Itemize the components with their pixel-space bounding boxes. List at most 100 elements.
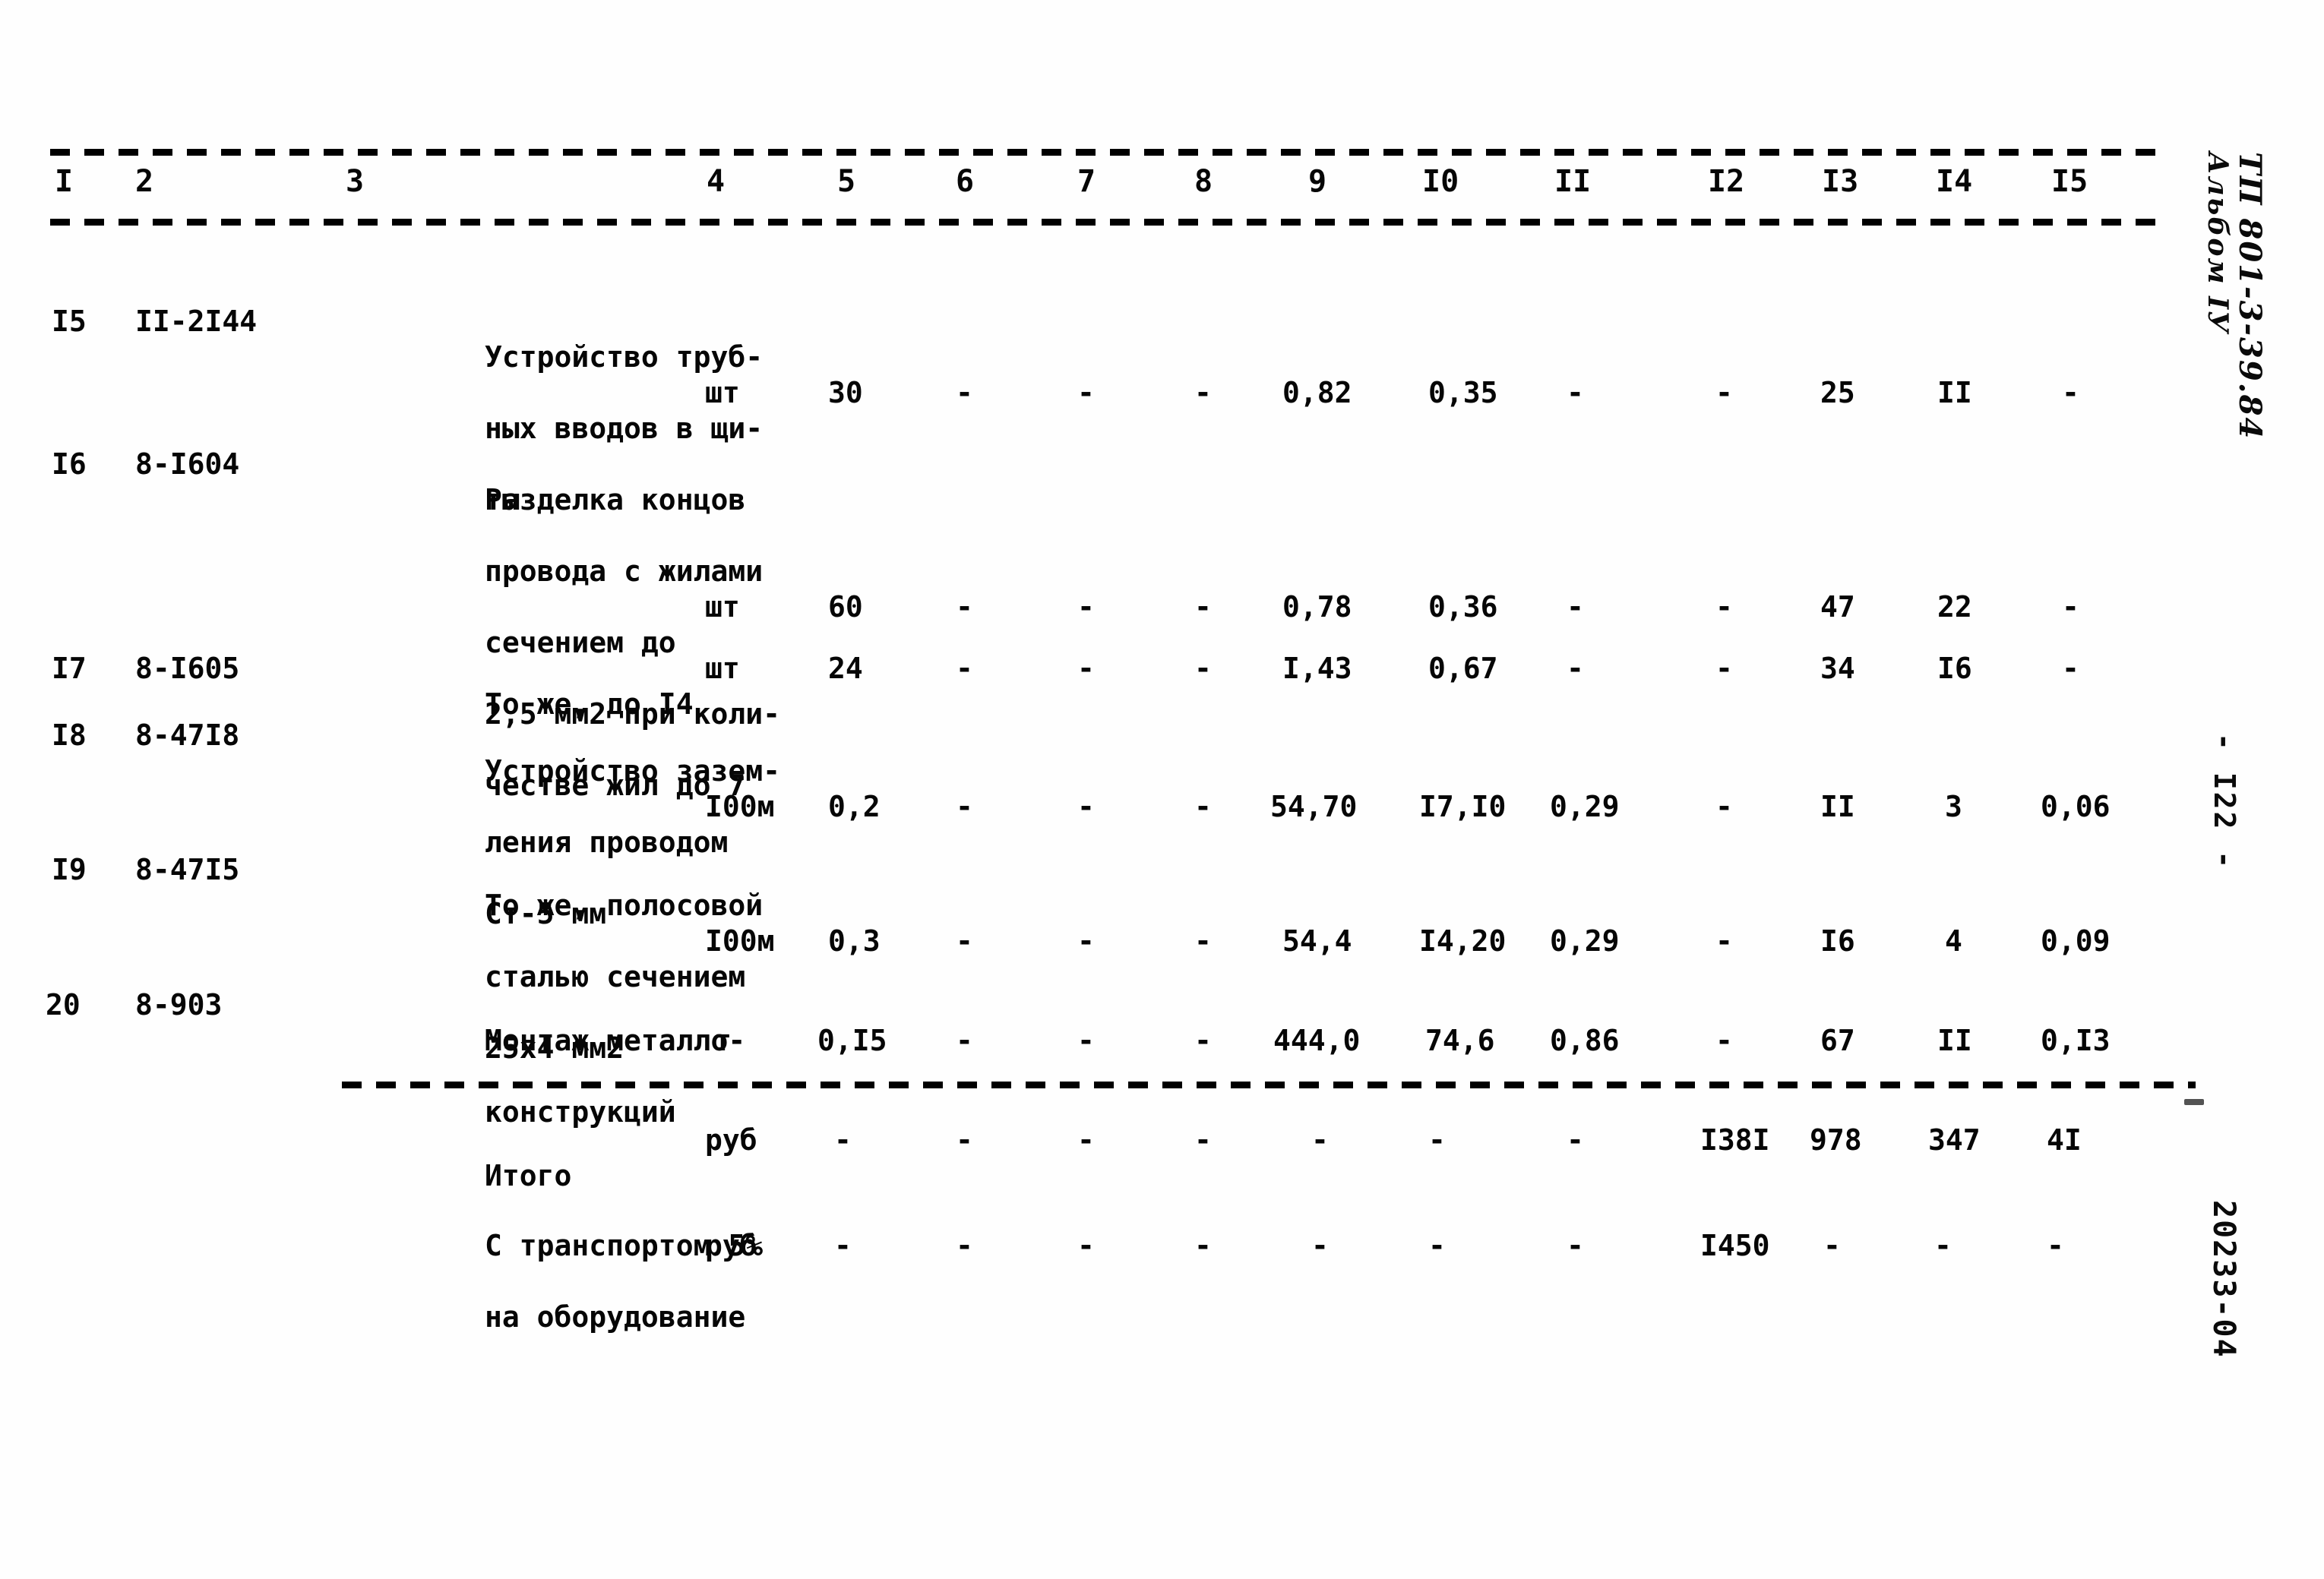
row-number: 20	[46, 988, 81, 1022]
summary-label-line: Итого	[485, 1159, 572, 1192]
row-c14: 22	[1937, 590, 1972, 624]
row-c11: 0,29	[1550, 790, 1620, 823]
row-c13: II	[1820, 790, 1855, 823]
row-unit: I00м	[705, 924, 775, 958]
column-header-12: I2	[1708, 164, 1745, 199]
desc-line: Разделка концов	[485, 483, 746, 516]
scanned-page: I 2 3 4 5 6 7 8 9 I0 II I2 I3 I4 I5 I5 I…	[0, 0, 2324, 1579]
row-c7: -	[1077, 376, 1095, 409]
row-c10: 0,36	[1428, 590, 1498, 624]
row-c9: 0,82	[1282, 376, 1352, 409]
row-c7: -	[1077, 790, 1095, 823]
row-c6: -	[956, 590, 973, 624]
row-c15: -	[2062, 376, 2079, 409]
row-c13: 47	[1820, 590, 1855, 624]
summary-c12: I450	[1700, 1229, 1770, 1262]
column-header-9: 9	[1308, 164, 1327, 199]
row-c10: 0,67	[1428, 652, 1498, 685]
row-c8: -	[1194, 924, 1212, 958]
row-unit: шт	[705, 376, 740, 409]
row-code: 8-I604	[135, 447, 240, 481]
row-unit: шт	[705, 590, 740, 624]
summary-c8: -	[1194, 1229, 1212, 1262]
row-number: I8	[52, 718, 87, 752]
summary-label: С транспортом 5% на оборудование	[346, 1192, 763, 1371]
row-c13: 67	[1820, 1024, 1855, 1057]
row-c12: -	[1715, 1024, 1733, 1057]
row-code: 8-I605	[135, 652, 240, 685]
row-c11: -	[1567, 590, 1584, 624]
row-c8: -	[1194, 652, 1212, 685]
summary-c12: I38I	[1700, 1123, 1770, 1157]
margin-archive-stamp: 20233-04	[2206, 1200, 2241, 1359]
column-header-6: 6	[956, 164, 975, 199]
row-c11: 0,86	[1550, 1024, 1620, 1057]
row-c9: 0,78	[1282, 590, 1352, 624]
summary-c11: -	[1567, 1229, 1584, 1262]
row-c11: -	[1567, 376, 1584, 409]
row-c8: -	[1194, 790, 1212, 823]
row-c15: -	[2062, 652, 2079, 685]
row-c6: -	[956, 924, 973, 958]
scan-artifact	[2184, 1099, 2204, 1105]
row-c6: -	[956, 652, 973, 685]
row-number: I6	[52, 447, 87, 481]
row-c5: 0,2	[828, 790, 881, 823]
row-c11: -	[1567, 652, 1584, 685]
row-c11: 0,29	[1550, 924, 1620, 958]
row-c8: -	[1194, 376, 1212, 409]
row-c10: I7,I0	[1419, 790, 1507, 823]
row-c8: -	[1194, 1024, 1212, 1057]
column-header-10: I0	[1422, 164, 1459, 199]
totals-separator-rule	[342, 1082, 2196, 1088]
row-c9: 444,0	[1273, 1024, 1361, 1057]
desc-line: провода с жилами	[485, 554, 764, 588]
estimate-table: I 2 3 4 5 6 7 8 9 I0 II I2 I3 I4 I5 I5 I…	[0, 0, 2324, 1579]
column-header-3: 3	[346, 164, 365, 199]
row-c5: 0,3	[828, 924, 881, 958]
summary-c11: -	[1567, 1123, 1584, 1157]
row-c7: -	[1077, 924, 1095, 958]
row-c12: -	[1715, 652, 1733, 685]
column-header-1: I	[55, 164, 74, 199]
summary-c6: -	[956, 1229, 973, 1262]
summary-c9: -	[1311, 1229, 1329, 1262]
row-code: 8-47I8	[135, 718, 240, 752]
row-c14: I6	[1937, 652, 1972, 685]
summary-c14: -	[1934, 1229, 1952, 1262]
summary-c7: -	[1077, 1229, 1095, 1262]
row-c5: 30	[828, 376, 863, 409]
row-number: I5	[52, 305, 87, 338]
margin-album-label: Альбом IУ	[2202, 152, 2234, 335]
row-c14: II	[1937, 376, 1972, 409]
summary-c8: -	[1194, 1123, 1212, 1157]
summary-c7: -	[1077, 1123, 1095, 1157]
column-header-11: II	[1554, 164, 1592, 199]
row-c15: 0,09	[2041, 924, 2111, 958]
header-bottom-rule	[50, 219, 2170, 226]
row-number: I7	[52, 652, 87, 685]
summary-c5: -	[834, 1229, 852, 1262]
row-c6: -	[956, 376, 973, 409]
column-header-13: I3	[1822, 164, 1859, 199]
row-c13: I6	[1820, 924, 1855, 958]
row-c14: II	[1937, 1024, 1972, 1057]
row-c13: 25	[1820, 376, 1855, 409]
row-c10: 74,6	[1425, 1024, 1495, 1057]
row-c9: I,43	[1282, 652, 1352, 685]
row-c7: -	[1077, 1024, 1095, 1057]
row-c9: 54,70	[1270, 790, 1358, 823]
margin-document-code: ТП 801-3-39.84	[2232, 152, 2268, 441]
row-c14: 4	[1945, 924, 1962, 958]
desc-line: Монтаж металло-	[485, 1024, 746, 1057]
row-unit: I00м	[705, 790, 775, 823]
row-c13: 34	[1820, 652, 1855, 685]
row-c12: -	[1715, 376, 1733, 409]
desc-line: ных вводов в щи-	[485, 412, 764, 445]
row-c14: 3	[1945, 790, 1962, 823]
row-c5: 24	[828, 652, 863, 685]
row-code: II-2I44	[135, 305, 258, 338]
row-unit: шт	[705, 652, 740, 685]
summary-c10: -	[1428, 1123, 1446, 1157]
page-number: - I22 -	[2208, 733, 2241, 871]
